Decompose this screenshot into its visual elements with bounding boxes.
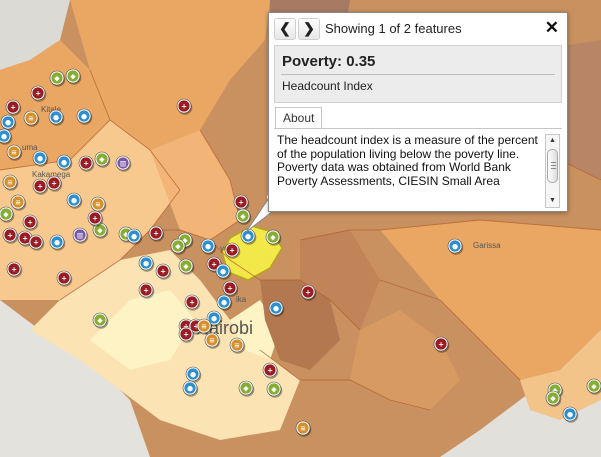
svg-text:◆: ◆ [54, 75, 60, 83]
chevron-left-icon[interactable]: ❮ [274, 18, 296, 40]
scroll-down-arrow-icon[interactable]: ▼ [546, 195, 559, 207]
popup-navigation: ❮ ❯ Showing 1 of 2 features ✕ [269, 13, 567, 43]
svg-text:◆: ◆ [70, 73, 76, 81]
svg-text:+: + [181, 103, 187, 111]
svg-text:◆: ◆ [99, 156, 105, 164]
svg-text:●: ● [61, 159, 67, 167]
svg-text:◆: ◆ [271, 386, 277, 394]
feature-header: Poverty: 0.35 Headcount Index [274, 45, 562, 103]
svg-text:●: ● [131, 233, 137, 241]
svg-text:+: + [10, 104, 16, 112]
grip-line [551, 162, 556, 163]
svg-text:●: ● [211, 315, 217, 323]
svg-text:●: ● [205, 243, 211, 251]
svg-text:+: + [227, 285, 233, 293]
svg-text:+: + [160, 268, 166, 276]
svg-text:≡: ≡ [15, 199, 21, 207]
svg-text:+: + [267, 367, 273, 375]
svg-text:≡: ≡ [28, 115, 34, 123]
svg-text:●: ● [5, 119, 11, 127]
svg-text:+: + [438, 341, 444, 349]
svg-text:●: ● [1, 133, 7, 141]
svg-text:▥: ▥ [77, 232, 84, 240]
svg-text:◆: ◆ [175, 243, 181, 251]
svg-text:+: + [61, 275, 67, 283]
svg-text:+: + [143, 287, 149, 295]
svg-text:●: ● [220, 268, 226, 276]
svg-text:●: ● [187, 385, 193, 393]
svg-text:+: + [153, 230, 159, 238]
svg-text:●: ● [37, 155, 43, 163]
svg-text:+: + [7, 232, 13, 240]
tab-about[interactable]: About [275, 107, 323, 128]
svg-text:+: + [51, 180, 57, 188]
svg-text:◆: ◆ [3, 211, 9, 219]
svg-text:◆: ◆ [183, 263, 189, 271]
svg-text:≡: ≡ [234, 342, 240, 350]
svg-text:+: + [83, 160, 89, 168]
svg-text:●: ● [53, 114, 59, 122]
feature-popup: ❮ ❯ Showing 1 of 2 features ✕ Poverty: 0… [268, 12, 568, 212]
description-scrollbar[interactable]: ▲ ▼ [545, 134, 560, 208]
svg-text:●: ● [54, 239, 60, 247]
svg-text:●: ● [71, 197, 77, 205]
scroll-up-arrow-icon[interactable]: ▲ [546, 135, 559, 147]
svg-text:●: ● [273, 305, 279, 313]
place-label-garissa: Garissa [473, 241, 501, 250]
svg-text:+: + [35, 90, 41, 98]
grip-line [551, 168, 556, 169]
close-icon[interactable]: ✕ [545, 18, 559, 38]
svg-text:+: + [27, 219, 33, 227]
svg-text:●: ● [567, 411, 573, 419]
svg-text:◆: ◆ [591, 383, 597, 391]
tab-divider [274, 128, 562, 129]
svg-text:+: + [305, 289, 311, 297]
scrollbar-thumb[interactable] [547, 149, 558, 183]
svg-text:+: + [229, 247, 235, 255]
svg-text:≡: ≡ [95, 201, 101, 209]
svg-text:+: + [189, 299, 195, 307]
svg-text:+: + [11, 266, 17, 274]
svg-text:◆: ◆ [97, 227, 103, 235]
feature-description: The headcount index is a measure of the … [277, 134, 538, 188]
svg-text:●: ● [190, 371, 196, 379]
svg-text:≡: ≡ [11, 149, 17, 157]
feature-count-status: Showing 1 of 2 features [325, 21, 462, 36]
chevron-right-icon[interactable]: ❯ [298, 18, 320, 40]
svg-text:+: + [33, 239, 39, 247]
place-label-partial: ika [236, 295, 247, 304]
svg-text:●: ● [81, 113, 87, 121]
svg-text:≡: ≡ [201, 323, 207, 331]
feature-subtitle: Headcount Index [282, 79, 373, 93]
svg-text:▥: ▥ [120, 160, 127, 168]
svg-text:◆: ◆ [97, 317, 103, 325]
svg-text:◆: ◆ [243, 385, 249, 393]
svg-text:◆: ◆ [550, 395, 556, 403]
grip-line [551, 165, 556, 166]
svg-text:●: ● [221, 299, 227, 307]
svg-text:≡: ≡ [209, 337, 215, 345]
svg-text:●: ● [143, 260, 149, 268]
svg-text:≡: ≡ [300, 425, 306, 433]
svg-text:+: + [211, 261, 217, 269]
svg-text:●: ● [452, 243, 458, 251]
header-divider [281, 74, 555, 75]
feature-title: Poverty: 0.35 [282, 53, 376, 70]
svg-text:+: + [22, 235, 28, 243]
svg-text:+: + [183, 331, 189, 339]
svg-text:≡: ≡ [7, 179, 13, 187]
place-label-partial: uma [22, 143, 38, 152]
svg-text:+: + [92, 215, 98, 223]
svg-text:+: + [37, 183, 43, 191]
